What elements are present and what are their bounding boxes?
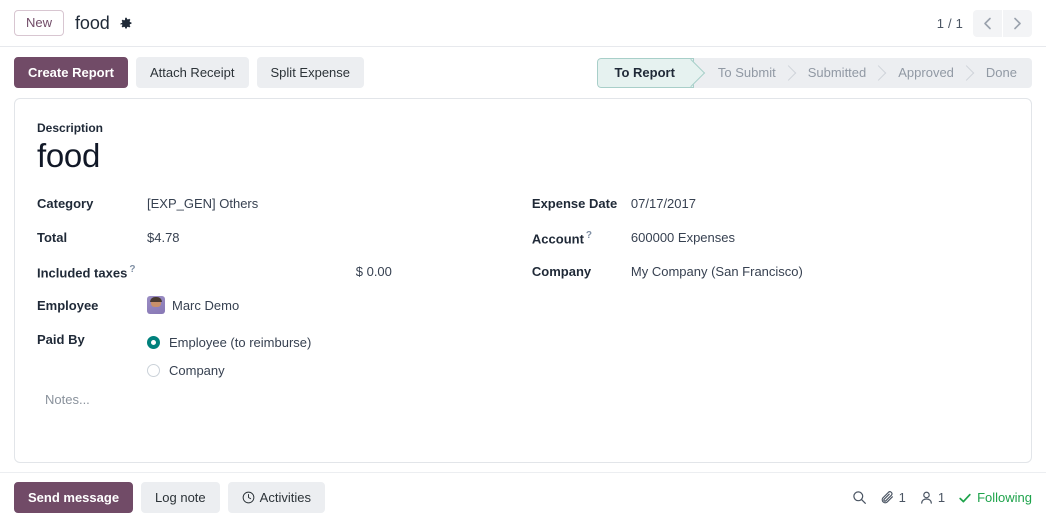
status-item-done[interactable]: Done (969, 58, 1032, 88)
field-company: Company My Company (San Francisco) (532, 256, 1009, 290)
notes-input[interactable]: Notes... (45, 392, 90, 407)
attach-receipt-button[interactable]: Attach Receipt (136, 57, 249, 89)
create-report-button[interactable]: Create Report (14, 57, 128, 89)
chatter-bar: Send message Log note Activities (0, 472, 1046, 515)
pager-count: 1 / 1 (937, 16, 963, 31)
field-value-account[interactable]: 600000 Expenses (631, 228, 1009, 248)
field-value-category[interactable]: [EXP_GEN] Others (147, 194, 523, 214)
field-expense-date: Expense Date 07/17/2017 (532, 188, 1009, 222)
breadcrumb-bar: New food 1 / 1 (0, 0, 1046, 47)
help-icon-included-taxes[interactable]: ? (129, 264, 135, 275)
log-note-button[interactable]: Log note (141, 482, 220, 514)
following-label: Following (977, 490, 1032, 505)
field-label-company: Company (532, 262, 631, 282)
form-sheet: Description food Category [EXP_GEN] Othe… (14, 98, 1032, 463)
clock-icon (242, 491, 255, 504)
paid-by-options: Employee (to reimburse) Company (147, 330, 523, 386)
paperclip-icon (880, 490, 895, 505)
radio-company-label: Company (169, 361, 225, 381)
field-value-total[interactable]: $4.78 (147, 228, 523, 248)
field-label-expense-date: Expense Date (532, 194, 631, 214)
form-columns: Category [EXP_GEN] Others Total $4.78 In… (37, 188, 1009, 386)
activities-button[interactable]: Activities (228, 482, 325, 514)
user-icon (919, 490, 934, 505)
pager: 1 / 1 (937, 10, 1032, 37)
search-icon[interactable] (852, 490, 867, 505)
action-buttons: Create Report Attach Receipt Split Expen… (14, 57, 364, 89)
field-value-expense-date[interactable]: 07/17/2017 (631, 194, 1009, 214)
new-button[interactable]: New (14, 10, 64, 37)
field-label-category: Category (37, 194, 147, 214)
split-expense-button[interactable]: Split Expense (257, 57, 365, 89)
help-icon-account[interactable]: ? (586, 230, 592, 241)
field-label-paid-by: Paid By (37, 330, 147, 350)
field-total: Total $4.78 (37, 222, 523, 256)
field-label-total: Total (37, 228, 147, 248)
status-item-approved[interactable]: Approved (881, 58, 969, 88)
send-message-button[interactable]: Send message (14, 482, 133, 514)
attachment-count: 1 (899, 490, 906, 505)
field-employee: Employee Marc Demo (37, 290, 523, 324)
radio-employee-input[interactable] (147, 336, 160, 349)
breadcrumb-title: food (75, 13, 110, 34)
following-toggle[interactable]: Following (958, 490, 1032, 505)
radio-company-input[interactable] (147, 364, 160, 377)
form-column-right: Expense Date 07/17/2017 Account? 600000 … (523, 188, 1009, 386)
pager-previous-button[interactable] (973, 10, 1002, 37)
field-label-employee: Employee (37, 296, 147, 316)
radio-option-employee[interactable]: Employee (to reimburse) (147, 330, 523, 354)
form-sheet-wrapper: Description food Category [EXP_GEN] Othe… (0, 98, 1046, 463)
action-statusbar-row: Create Report Attach Receipt Split Expen… (0, 47, 1046, 98)
gear-icon[interactable] (119, 17, 133, 31)
employee-name: Marc Demo (172, 298, 239, 313)
status-item-submitted[interactable]: Submitted (791, 58, 882, 88)
included-taxes-label-text: Included taxes (37, 266, 127, 281)
follower-count: 1 (938, 490, 945, 505)
status-item-to-submit[interactable]: To Submit (694, 58, 791, 88)
field-value-included-taxes: $ 0.00 (147, 262, 523, 282)
radio-employee-label: Employee (to reimburse) (169, 333, 311, 353)
field-value-employee[interactable]: Marc Demo (147, 296, 523, 316)
activities-label: Activities (260, 490, 311, 505)
status-bar: To Report To Submit Submitted Approved D… (597, 58, 1032, 88)
field-label-account: Account? (532, 228, 631, 249)
field-account: Account? 600000 Expenses (532, 222, 1009, 256)
pager-next-button[interactable] (1003, 10, 1032, 37)
chatter-meta: 1 1 Following (852, 490, 1032, 505)
radio-option-company[interactable]: Company (147, 358, 523, 382)
status-item-to-report[interactable]: To Report (597, 58, 693, 88)
avatar (147, 296, 165, 314)
form-column-left: Category [EXP_GEN] Others Total $4.78 In… (37, 188, 523, 386)
field-paid-by: Paid By Employee (to reimburse) Company (37, 324, 523, 386)
account-label-text: Account (532, 232, 584, 247)
description-label: Description (37, 121, 1009, 135)
description-value[interactable]: food (37, 136, 1009, 176)
field-included-taxes: Included taxes? $ 0.00 (37, 256, 523, 290)
check-icon (958, 491, 972, 505)
attachment-count-button[interactable]: 1 (880, 490, 906, 505)
pager-buttons (973, 10, 1032, 37)
chatter-actions: Send message Log note Activities (14, 482, 325, 514)
field-category: Category [EXP_GEN] Others (37, 188, 523, 222)
follower-count-button[interactable]: 1 (919, 490, 945, 505)
field-label-included-taxes: Included taxes? (37, 262, 147, 283)
field-value-company[interactable]: My Company (San Francisco) (631, 262, 1009, 282)
